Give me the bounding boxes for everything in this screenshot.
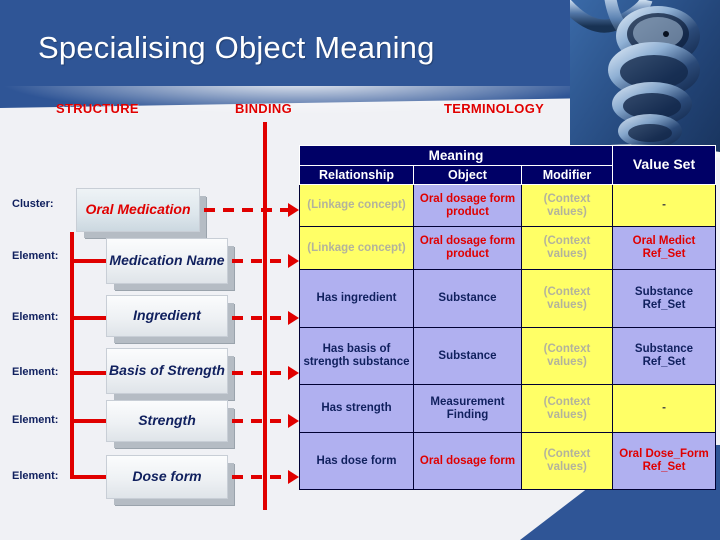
structure-row-label: Element: <box>12 366 59 378</box>
cell-relationship: Has strength <box>299 384 414 434</box>
table-row: Has strength Measurement Finding (Context … <box>299 384 716 434</box>
table-row: Has basis of strength substance Substance… <box>299 327 716 386</box>
binding-arrow <box>232 475 292 479</box>
table-row: (Linkage concept) Oral dosage form produc… <box>299 184 716 228</box>
cell-object: Substance <box>413 269 522 329</box>
cell-modifier: (Context values) <box>521 327 613 386</box>
header-relationship: Relationship <box>299 165 414 186</box>
table-row: (Linkage concept) Oral dosage form produc… <box>299 226 716 271</box>
cell-modifier: (Context values) <box>521 226 613 271</box>
binding-arrow <box>232 371 292 375</box>
table-row: Has ingredient Substance (Context values) S… <box>299 269 716 329</box>
binding-arrow-head <box>288 414 299 428</box>
header-value-set: Value Set <box>612 144 716 186</box>
cell-object: Oral dosage form <box>413 432 522 491</box>
binding-arrow <box>232 259 292 263</box>
structure-tree-branch <box>70 371 110 375</box>
structure-tree-branch <box>70 259 110 263</box>
caption-terminology: TERMINOLOGY <box>444 101 545 116</box>
cell-object: Substance <box>413 327 522 386</box>
binding-arrow <box>232 419 292 423</box>
cell-value-set: Substance Ref_Set <box>612 327 716 386</box>
header-object: Object <box>413 165 522 186</box>
structure-row-label: Element: <box>12 311 59 323</box>
structure-tree-branch <box>70 419 110 423</box>
header-meaning: Meaning <box>299 144 613 167</box>
structure-row-label: Element: <box>12 470 59 482</box>
structure-box-cluster[interactable]: Oral Medication <box>76 188 200 232</box>
binding-arrow-head <box>288 203 299 217</box>
binding-arrow <box>204 208 292 212</box>
table-body: (Linkage concept) Oral dosage form produc… <box>299 184 716 491</box>
terminology-table: Meaning Value Set Relationship Object Mo… <box>299 144 716 491</box>
structure-box-element[interactable]: Dose form <box>106 455 228 499</box>
binding-arrow-head <box>288 470 299 484</box>
slide-canvas: Specialising Object Meaning STRUCTURE BI… <box>0 0 720 540</box>
caption-structure: STRUCTURE <box>56 101 139 116</box>
cell-value-set: Oral Dose_Form Ref_Set <box>612 432 716 491</box>
cell-relationship: Has ingredient <box>299 269 414 329</box>
cell-relationship: (Linkage concept) <box>299 184 414 228</box>
cell-object: Oral dosage form product <box>413 184 522 228</box>
cell-modifier: (Context values) <box>521 184 613 228</box>
cell-object: Measurement Finding <box>413 384 522 434</box>
header-modifier: Modifier <box>521 165 613 186</box>
cell-value-set: - <box>612 384 716 434</box>
structure-box-element[interactable]: Strength <box>106 400 228 442</box>
structure-box-element[interactable]: Basis of Strength <box>106 348 228 394</box>
cell-modifier: (Context values) <box>521 432 613 491</box>
binding-arrow-head <box>288 366 299 380</box>
cell-relationship: Has dose form <box>299 432 414 491</box>
page-title: Specialising Object Meaning <box>38 30 435 65</box>
binding-arrow-head <box>288 311 299 325</box>
table-header-row-group: Meaning Value Set <box>299 144 716 186</box>
caption-binding: BINDING <box>235 101 292 116</box>
binding-arrow-head <box>288 254 299 268</box>
structure-box-element[interactable]: Ingredient <box>106 295 228 337</box>
cell-object: Oral dosage form product <box>413 226 522 271</box>
table-row: Has dose form Oral dosage form (Context va… <box>299 432 716 491</box>
cell-modifier: (Context values) <box>521 269 613 329</box>
binding-arrow <box>232 316 292 320</box>
structure-row-label: Element: <box>12 250 59 262</box>
cell-value-set: Substance Ref_Set <box>612 269 716 329</box>
structure-row-label: Cluster: <box>12 198 54 210</box>
structure-tree-branch <box>70 475 110 479</box>
structure-tree-branch <box>70 316 110 320</box>
cell-modifier: (Context values) <box>521 384 613 434</box>
table-head: Meaning Value Set Relationship Object Mo… <box>299 144 716 186</box>
cell-value-set: Oral Medict Ref_Set <box>612 226 716 271</box>
structure-box-element[interactable]: Medication Name <box>106 238 228 284</box>
structure-tree-spine <box>70 232 74 476</box>
cell-relationship: Has basis of strength substance <box>299 327 414 386</box>
cell-value-set: - <box>612 184 716 228</box>
structure-row-label: Element: <box>12 414 59 426</box>
cell-relationship: (Linkage concept) <box>299 226 414 271</box>
